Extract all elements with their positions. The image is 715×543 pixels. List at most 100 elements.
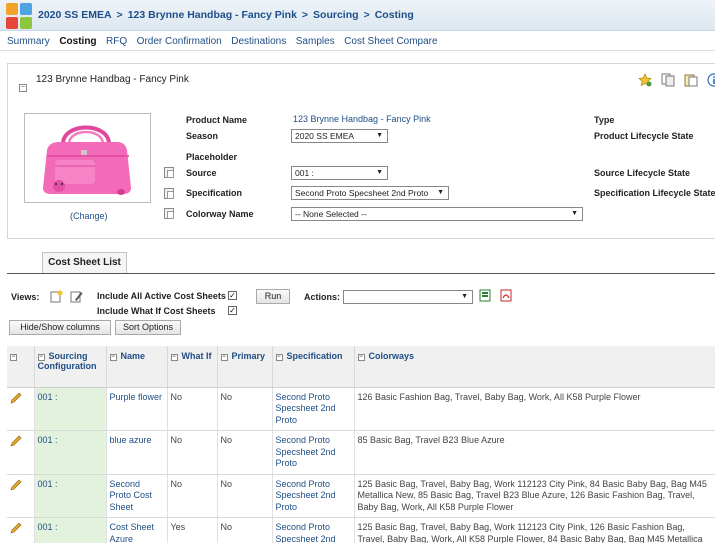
info-icon[interactable] — [707, 73, 715, 87]
column-header-whatif[interactable]: − What If — [167, 346, 218, 388]
excel-export-icon[interactable] — [479, 289, 492, 302]
run-button[interactable]: Run — [256, 289, 290, 304]
collapse-icon[interactable]: − — [19, 84, 27, 92]
pencil-icon[interactable] — [10, 435, 22, 447]
nav-tabs: Summary Costing RFQ Order Confirmation D… — [0, 33, 715, 51]
name-cell[interactable]: Second Proto Cost Sheet — [106, 474, 168, 518]
colorways-cell: 85 Basic Bag, Travel B23 Blue Azure — [354, 430, 715, 475]
sourcing-cell[interactable]: 001 : — [34, 430, 107, 475]
source-select[interactable]: 001 : — [291, 166, 388, 180]
product-name-value[interactable]: 123 Brynne Handbag - Fancy Pink — [293, 114, 431, 124]
breadcrumb-season[interactable]: 2020 SS EMEA — [38, 9, 112, 21]
table-row: 001 : Purple flower No No Second Proto S… — [7, 387, 715, 431]
tab-destinations[interactable]: Destinations — [231, 33, 286, 50]
tab-rfq[interactable]: RFQ — [106, 33, 127, 50]
source-label: Source — [186, 168, 217, 178]
collapse-icon[interactable]: − — [170, 354, 178, 361]
column-header-colorways[interactable]: − Colorways — [354, 346, 715, 388]
include-active-checkbox[interactable]: ✓ — [228, 291, 237, 300]
colorway-page-icon[interactable] — [164, 208, 174, 219]
placeholder-label: Placeholder — [186, 152, 238, 162]
specification-cell[interactable]: Second Proto Specsheet 2nd Proto — [272, 474, 355, 518]
collapse-icon[interactable]: − — [37, 354, 45, 361]
collapse-icon[interactable]: − — [109, 354, 117, 361]
specification-label: Specification — [186, 188, 243, 198]
table-row: 001 : blue azure No No Second Proto Spec… — [7, 430, 715, 475]
season-label: Season — [186, 131, 219, 141]
collapse-icon[interactable]: − — [10, 354, 17, 361]
column-header-label: Name — [120, 351, 146, 361]
season-select[interactable]: 2020 SS EMEA — [291, 129, 388, 143]
specification-page-icon[interactable] — [164, 188, 174, 199]
column-header-sourcing[interactable]: − Sourcing Configuration — [34, 346, 107, 388]
collapse-icon[interactable]: − — [357, 354, 365, 361]
source-lifecycle-label: Source Lifecycle State — [594, 168, 691, 178]
sort-options-button[interactable]: Sort Options — [115, 320, 181, 335]
sourcing-cell[interactable]: 001 : — [34, 517, 107, 543]
table-header-row: − − Sourcing Configuration − Name − What If… — [7, 346, 715, 388]
new-view-icon[interactable] — [50, 290, 63, 303]
name-cell[interactable]: Purple flower — [106, 387, 168, 431]
breadcrumb-product[interactable]: 123 Brynne Handbag - Fancy Pink — [128, 9, 297, 21]
source-page-icon[interactable] — [164, 167, 174, 178]
name-cell[interactable]: Cost Sheet Azure — [106, 517, 168, 543]
tab-cost-sheet-compare[interactable]: Cost Sheet Compare — [344, 33, 437, 50]
edit-view-icon[interactable] — [70, 290, 83, 303]
specification-select[interactable]: Second Proto Specsheet 2nd Proto — [291, 186, 449, 200]
whatif-cell: No — [167, 387, 218, 431]
pdf-export-icon[interactable] — [500, 289, 513, 302]
clipboard-icon[interactable] — [684, 73, 698, 87]
edit-cell — [7, 387, 35, 431]
collapse-icon[interactable]: − — [275, 354, 283, 361]
sourcing-cell[interactable]: 001 : — [34, 387, 107, 431]
primary-cell: No — [217, 474, 273, 518]
specification-lifecycle-label: Specification Lifecycle State — [594, 188, 715, 198]
colorways-cell: 125 Basic Bag, Travel, Baby Bag, Work 11… — [354, 517, 715, 543]
tab-costing[interactable]: Costing — [59, 33, 96, 50]
column-header-label: Sourcing Configuration — [37, 351, 97, 371]
tab-samples[interactable]: Samples — [296, 33, 335, 50]
copy-icon[interactable] — [661, 73, 675, 87]
select-column-header[interactable]: − — [7, 346, 35, 388]
column-header-label: Specification — [286, 351, 343, 361]
collapse-icon[interactable]: − — [220, 354, 228, 361]
include-whatif-label: Include What If Cost Sheets — [97, 306, 216, 316]
name-cell[interactable]: blue azure — [106, 430, 168, 475]
column-header-name[interactable]: − Name — [106, 346, 168, 388]
chevron-right-icon: > — [116, 9, 123, 21]
specification-cell[interactable]: Second Proto Specsheet 2nd Proto — [272, 517, 355, 543]
primary-cell: No — [217, 430, 273, 475]
favorite-star-icon[interactable] — [638, 73, 652, 87]
tab-summary[interactable]: Summary — [7, 33, 50, 50]
breadcrumb-costing[interactable]: Costing — [375, 9, 414, 21]
breadcrumb-sourcing[interactable]: Sourcing — [313, 9, 359, 21]
colorways-cell: 126 Basic Fashion Bag, Travel, Baby Bag,… — [354, 387, 715, 431]
change-image-link[interactable]: (Change) — [70, 211, 108, 221]
pencil-icon[interactable] — [10, 522, 22, 534]
pencil-icon[interactable] — [10, 479, 22, 491]
colorway-select[interactable]: -- None Selected -- — [291, 207, 583, 221]
specification-cell[interactable]: Second Proto Specsheet 2nd Proto — [272, 430, 355, 475]
product-lifecycle-label: Product Lifecycle State — [594, 131, 694, 141]
sourcing-cell[interactable]: 001 : — [34, 474, 107, 518]
chevron-right-icon: > — [363, 9, 370, 21]
pencil-icon[interactable] — [10, 392, 22, 404]
app-logo-icon[interactable] — [6, 3, 32, 29]
whatif-cell: No — [167, 430, 218, 475]
product-image — [24, 113, 151, 203]
include-whatif-checkbox[interactable]: ✓ — [228, 306, 237, 315]
tab-order-confirmation[interactable]: Order Confirmation — [137, 33, 222, 50]
actions-select[interactable] — [343, 290, 473, 304]
column-header-primary[interactable]: − Primary — [217, 346, 273, 388]
breadcrumb: 2020 SS EMEA >123 Brynne Handbag - Fancy … — [38, 9, 414, 21]
tab-cost-sheet-list[interactable]: Cost Sheet List — [42, 252, 127, 274]
hide-show-columns-button[interactable]: Hide/Show columns — [9, 320, 111, 335]
column-header-label: What If — [181, 351, 212, 361]
include-active-label: Include All Active Cost Sheets — [97, 291, 226, 301]
specification-cell[interactable]: Second Proto Specsheet 2nd Proto — [272, 387, 355, 431]
cost-sheet-table: − − Sourcing Configuration − Name − What If… — [7, 346, 715, 543]
edit-cell — [7, 430, 35, 475]
whatif-cell: Yes — [167, 517, 218, 543]
column-header-specification[interactable]: − Specification — [272, 346, 355, 388]
colorways-cell: 125 Basic Bag, Travel, Baby Bag, Work 11… — [354, 474, 715, 518]
